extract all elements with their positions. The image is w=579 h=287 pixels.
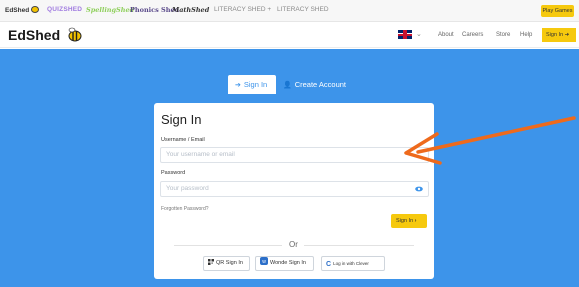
nav-help-link[interactable]: Help (520, 32, 532, 38)
sign-in-card: Sign In Username / Email Your username o… (154, 103, 434, 279)
sign-in-button[interactable]: Sign In › (391, 214, 427, 228)
show-password-icon[interactable] (415, 185, 423, 193)
bee-icon (31, 6, 40, 13)
nav-store-link[interactable]: Store (496, 32, 510, 38)
brand-bar: EdShed QUIZSHED SpellingShed Phonics She… (0, 0, 579, 22)
brand-mathshed-link[interactable]: MathShed (172, 6, 209, 14)
brand-edshed-link[interactable]: EdShed (5, 6, 40, 14)
uk-flag-icon[interactable] (398, 30, 412, 39)
forgot-password-link[interactable]: Forgotten Password? (161, 206, 209, 212)
clever-sign-in-button[interactable]: C Log in with Clever (321, 256, 385, 271)
tab-sign-in[interactable]: ➔ Sign In (228, 75, 276, 94)
bee-logo-icon (68, 27, 82, 42)
chevron-down-icon[interactable]: ⌄ (416, 30, 422, 38)
svg-text:w: w (262, 259, 266, 265)
username-placeholder: Your username or email (166, 151, 235, 158)
add-user-icon: 👤 (283, 82, 292, 89)
brand-spellingshed-link[interactable]: SpellingShed (86, 6, 134, 14)
qr-sign-in-button[interactable]: QR Sign In (203, 256, 250, 271)
password-placeholder: Your password (166, 185, 209, 192)
username-input[interactable]: Your username or email (160, 147, 429, 163)
form-title: Sign In (161, 112, 202, 127)
brand-literacyshed-link[interactable]: LITERACY SHED (277, 6, 329, 13)
sign-in-icon: ➔ (235, 82, 241, 89)
edshed-logo[interactable]: EdShed (8, 27, 60, 43)
header-sign-in-button[interactable]: Sign In ➜ (542, 28, 576, 42)
password-input[interactable]: Your password (160, 181, 429, 197)
nav-careers-link[interactable]: Careers (462, 32, 483, 38)
qr-code-icon (208, 259, 214, 265)
tab-sign-in-label: Sign In (243, 80, 268, 89)
brand-literacyshed-menu[interactable]: LITERACY SHED + (214, 6, 271, 13)
divider (174, 245, 282, 246)
header-sign-in-label: Sign In (546, 32, 564, 38)
sign-in-icon: ➜ (564, 32, 570, 38)
play-games-button[interactable]: Play Games (541, 5, 574, 17)
divider (304, 245, 414, 246)
wonde-sign-in-label: Wonde Sign In (270, 260, 306, 266)
or-separator: Or (289, 240, 298, 249)
brand-edshed-label: EdShed (5, 7, 30, 14)
password-label: Password (161, 170, 186, 176)
username-label: Username / Email (161, 137, 205, 143)
wonde-logo-icon: w (260, 257, 268, 265)
clever-sign-in-label: Log in with Clever (333, 261, 369, 266)
main-header: EdShed ⌄ About Careers Store Help Sign I… (0, 22, 579, 48)
wonde-sign-in-button[interactable]: w Wonde Sign In (255, 256, 314, 271)
sign-in-button-label: Sign In (396, 218, 414, 224)
nav-about-link[interactable]: About (438, 32, 454, 38)
brand-quizshed-link[interactable]: QUIZSHED (47, 6, 82, 13)
tab-create-account-label: Create Account (294, 80, 346, 89)
clever-logo-icon: C (326, 261, 332, 268)
tab-create-account[interactable]: 👤 Create Account (283, 75, 346, 94)
chevron-right-icon: › (414, 218, 417, 224)
qr-sign-in-label: QR Sign In (216, 260, 243, 266)
